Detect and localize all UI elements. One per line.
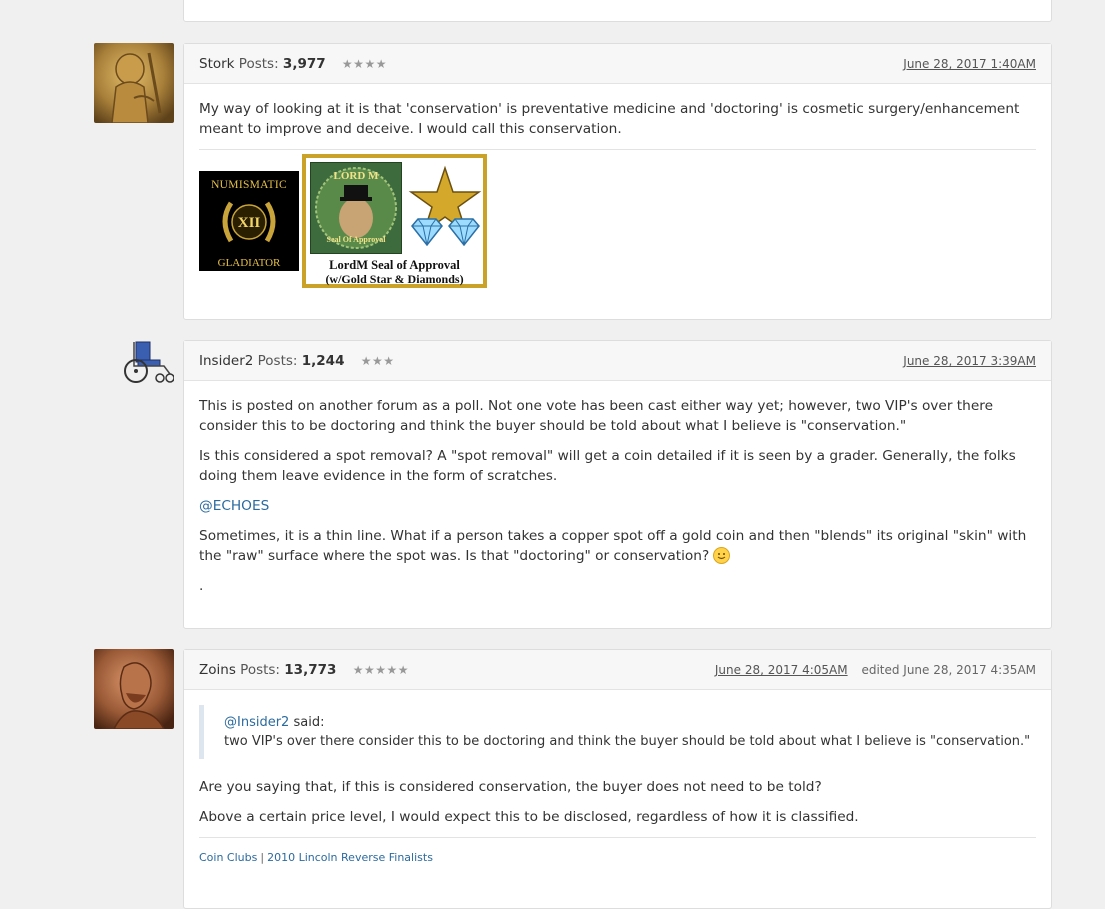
lordm-seal-badge[interactable]: LORD M Seal Of Approval LordM Seal of Ap… xyxy=(302,154,487,288)
quote-author-link[interactable]: @Insider2 xyxy=(224,715,289,730)
post-date-link[interactable]: June 28, 2017 3:39AM xyxy=(903,354,1036,368)
post-date-link[interactable]: June 28, 2017 4:05AM xyxy=(715,663,848,677)
gladiator-line2: GLADIATOR xyxy=(217,257,281,269)
seal-image: LORD M Seal Of Approval xyxy=(310,162,402,254)
post-paragraph: My way of looking at it is that 'conserv… xyxy=(199,101,1020,137)
quote-header: @Insider2 said: xyxy=(224,713,1036,732)
username-link[interactable]: Insider2 xyxy=(199,353,253,369)
signature-link-lincoln-reverse[interactable]: 2010 Lincoln Reverse Finalists xyxy=(267,851,433,864)
quote-text: two VIP's over there consider this to be… xyxy=(224,734,1031,749)
avatar-insider2[interactable] xyxy=(94,340,174,420)
post-paragraph-with-smiley: Sometimes, it is a thin line. What if a … xyxy=(199,526,1036,566)
edited-label: edited June 28, 2017 4:35AM xyxy=(861,663,1036,677)
avatar-zoins[interactable] xyxy=(94,649,174,729)
gladiator-line1: NUMISMATIC xyxy=(211,179,287,191)
signature-links: Coin Clubs | 2010 Lincoln Reverse Finalist… xyxy=(199,838,1036,868)
post-card-zoins: Zoins Posts: 13,773 ★★★★★ June 28, 2017 … xyxy=(183,649,1052,909)
previous-post-card xyxy=(183,0,1052,22)
rank-stars: ★★★★★ xyxy=(352,663,409,677)
post-paragraph: Is this considered a spot removal? A "sp… xyxy=(199,448,1016,484)
seal-text: Seal Of Approval xyxy=(326,235,386,244)
post-card-insider2: Insider2 Posts: 1,244 ★★★ June 28, 2017 … xyxy=(183,340,1052,629)
signature-link-coin-clubs[interactable]: Coin Clubs xyxy=(199,851,257,864)
posts-label: Posts: xyxy=(240,662,280,678)
post-card-stork: Stork Posts: 3,977 ★★★★ June 28, 2017 1:… xyxy=(183,43,1052,320)
rank-stars: ★★★★ xyxy=(341,57,387,71)
posts-label: Posts: xyxy=(238,56,279,72)
seal-caption-2: (w/Gold Star & Diamonds) xyxy=(325,272,464,286)
post-date-area: June 28, 2017 1:40AM xyxy=(903,57,1036,71)
post-meta: Stork Posts: 3,977 ★★★★ xyxy=(199,56,387,72)
username-link[interactable]: Zoins xyxy=(199,662,236,678)
post-paragraph: Are you saying that, if this is consider… xyxy=(199,779,822,795)
post-meta: Insider2 Posts: 1,244 ★★★ xyxy=(199,353,395,369)
post-count: 3,977 xyxy=(282,56,326,72)
gladiator-badge[interactable]: NUMISMATIC XII GLADIATOR xyxy=(199,171,299,271)
post-count: 13,773 xyxy=(284,662,337,678)
signature-badges: NUMISMATIC XII GLADIATOR LORD M Seal Of … xyxy=(199,150,1036,290)
diamond-icon xyxy=(411,218,443,246)
username-link[interactable]: Stork xyxy=(199,56,235,72)
post-paragraph: Sometimes, it is a thin line. What if a … xyxy=(199,528,1027,564)
post-body: My way of looking at it is that 'conserv… xyxy=(184,84,1051,290)
post-paragraph: Above a certain price level, I would exp… xyxy=(199,809,859,825)
post-count: 1,244 xyxy=(301,353,345,369)
gladiator-numeral: XII xyxy=(237,215,261,231)
avatar-stork[interactable] xyxy=(94,43,174,123)
post-header: Stork Posts: 3,977 ★★★★ June 28, 2017 1:… xyxy=(184,44,1051,84)
post-date-link[interactable]: June 28, 2017 1:40AM xyxy=(903,57,1036,71)
quote-block: @Insider2 said: two VIP's over there con… xyxy=(199,705,1036,759)
post-paragraph: This is posted on another forum as a pol… xyxy=(199,398,994,434)
post-header: Insider2 Posts: 1,244 ★★★ June 28, 2017 … xyxy=(184,341,1051,381)
post-meta: Zoins Posts: 13,773 ★★★★★ xyxy=(199,662,409,678)
seal-top-label: LORD M xyxy=(333,170,379,182)
post-header: Zoins Posts: 13,773 ★★★★★ June 28, 2017 … xyxy=(184,650,1051,690)
post-body: @Insider2 said: two VIP's over there con… xyxy=(184,690,1051,868)
rank-stars: ★★★ xyxy=(360,354,395,368)
post-body: This is posted on another forum as a pol… xyxy=(184,381,1051,596)
diamond-icon xyxy=(448,218,480,246)
post-date-area: June 28, 2017 4:05AM edited June 28, 201… xyxy=(715,663,1036,677)
mention-link[interactable]: @ECHOES xyxy=(199,498,269,514)
post-date-area: June 28, 2017 3:39AM xyxy=(903,354,1036,368)
wheelchair-icon xyxy=(124,341,174,383)
smiley-icon xyxy=(713,547,731,564)
quote-said-label: said: xyxy=(293,715,325,730)
signature-separator: | xyxy=(260,851,265,864)
post-paragraph: . xyxy=(199,578,204,594)
posts-label: Posts: xyxy=(257,353,298,369)
